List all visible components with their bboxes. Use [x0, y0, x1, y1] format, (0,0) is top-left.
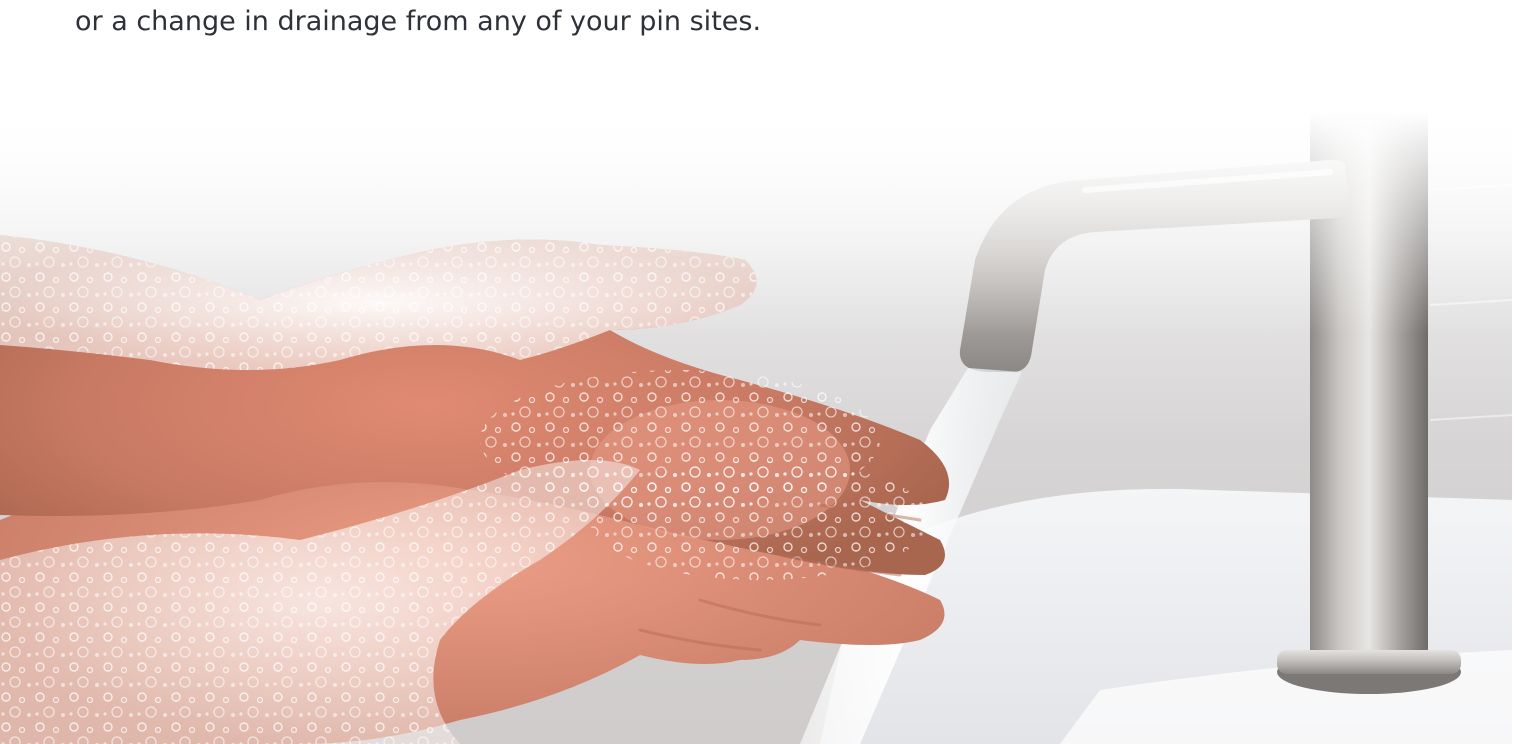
caption-text: or a change in drainage from any of your… — [75, 6, 762, 37]
hand-washing-photo — [0, 0, 1512, 744]
page: or a change in drainage from any of your… — [0, 0, 1520, 744]
right-margin — [1512, 0, 1520, 744]
